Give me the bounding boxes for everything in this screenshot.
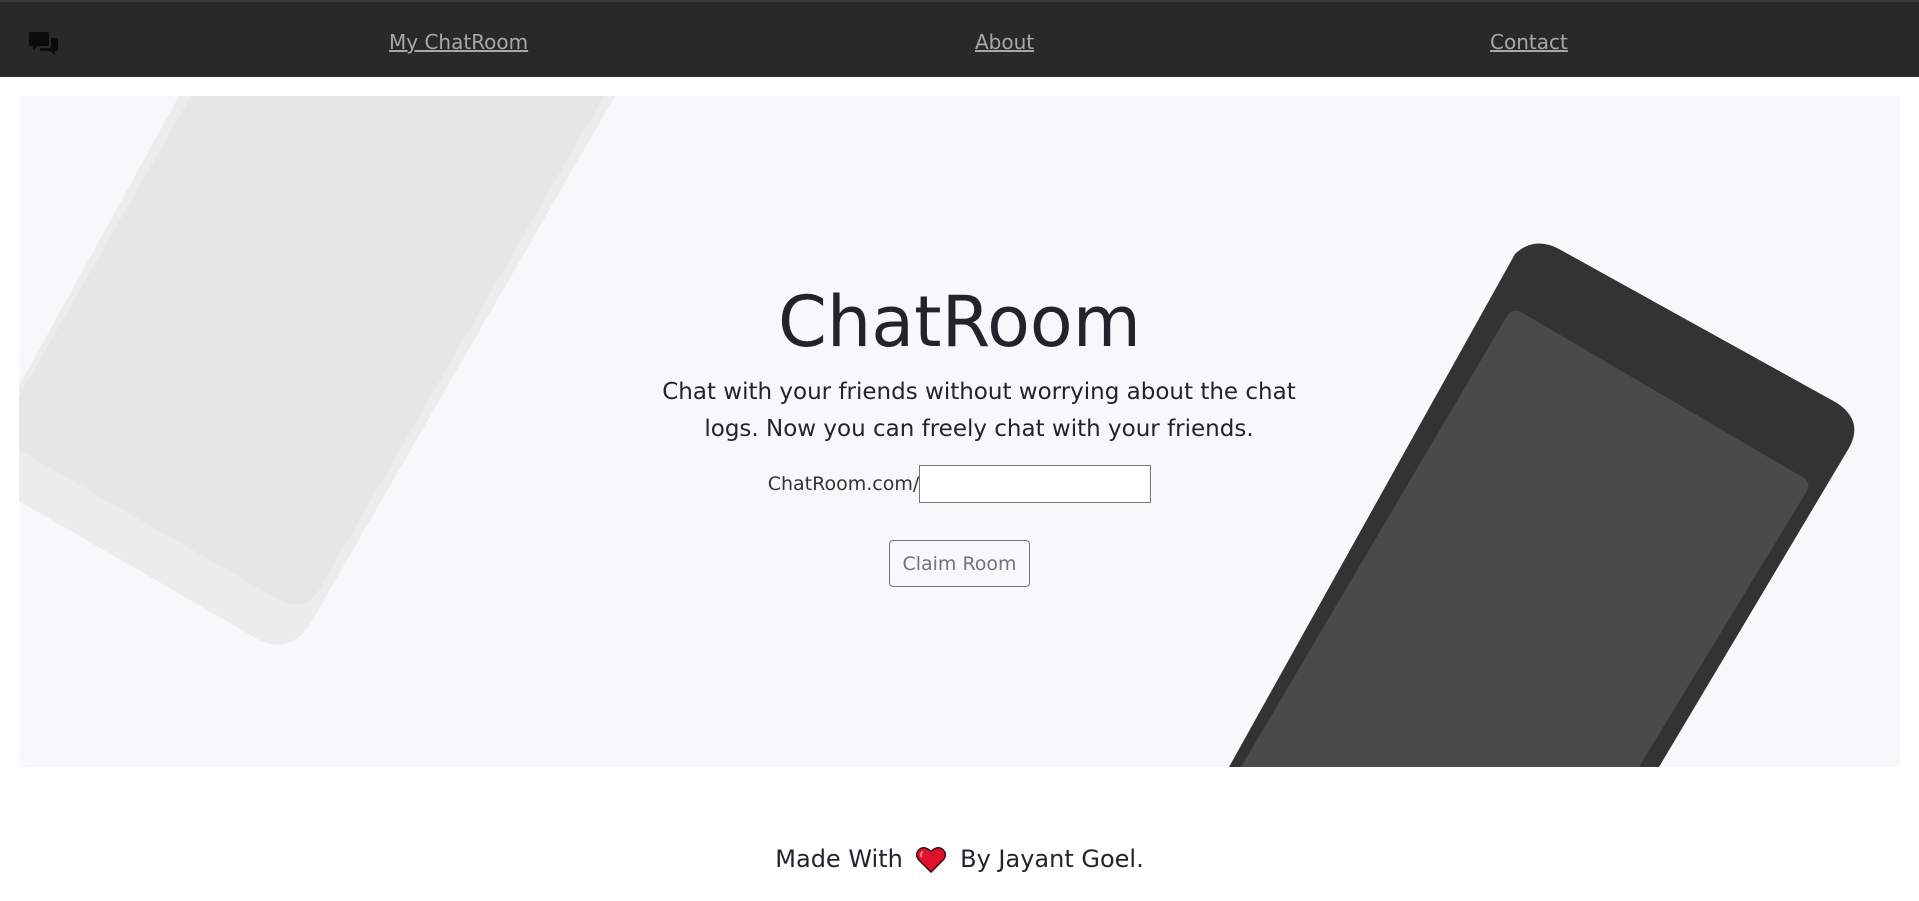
hero-subtitle: Chat with your friends without worrying …: [662, 379, 1296, 442]
nav-link-contact[interactable]: Contact: [1490, 30, 1568, 54]
claim-room-button[interactable]: Claim Room: [889, 540, 1030, 587]
nav-link-my-chatroom[interactable]: My ChatRoom: [389, 30, 528, 54]
footer-made-with: Made With: [775, 845, 903, 873]
room-name-input[interactable]: [919, 465, 1152, 503]
hero-section: ChatRoom Chat with your friends without …: [19, 96, 1900, 767]
footer-author: By Jayant Goel.: [960, 845, 1144, 873]
room-url-row: ChatRoom.com/: [19, 465, 1900, 503]
hero-title: ChatRoom: [778, 281, 1141, 363]
light-phone-illustration: [19, 96, 615, 645]
heart-icon: [916, 847, 947, 874]
chat-bubbles-icon[interactable]: [29, 31, 59, 57]
footer: Made With By Jayant Goel.: [0, 843, 1919, 875]
navbar: My ChatRoom About Contact: [0, 0, 1919, 77]
room-url-prefix: ChatRoom.com/: [767, 473, 920, 495]
nav-link-about[interactable]: About: [975, 30, 1034, 54]
